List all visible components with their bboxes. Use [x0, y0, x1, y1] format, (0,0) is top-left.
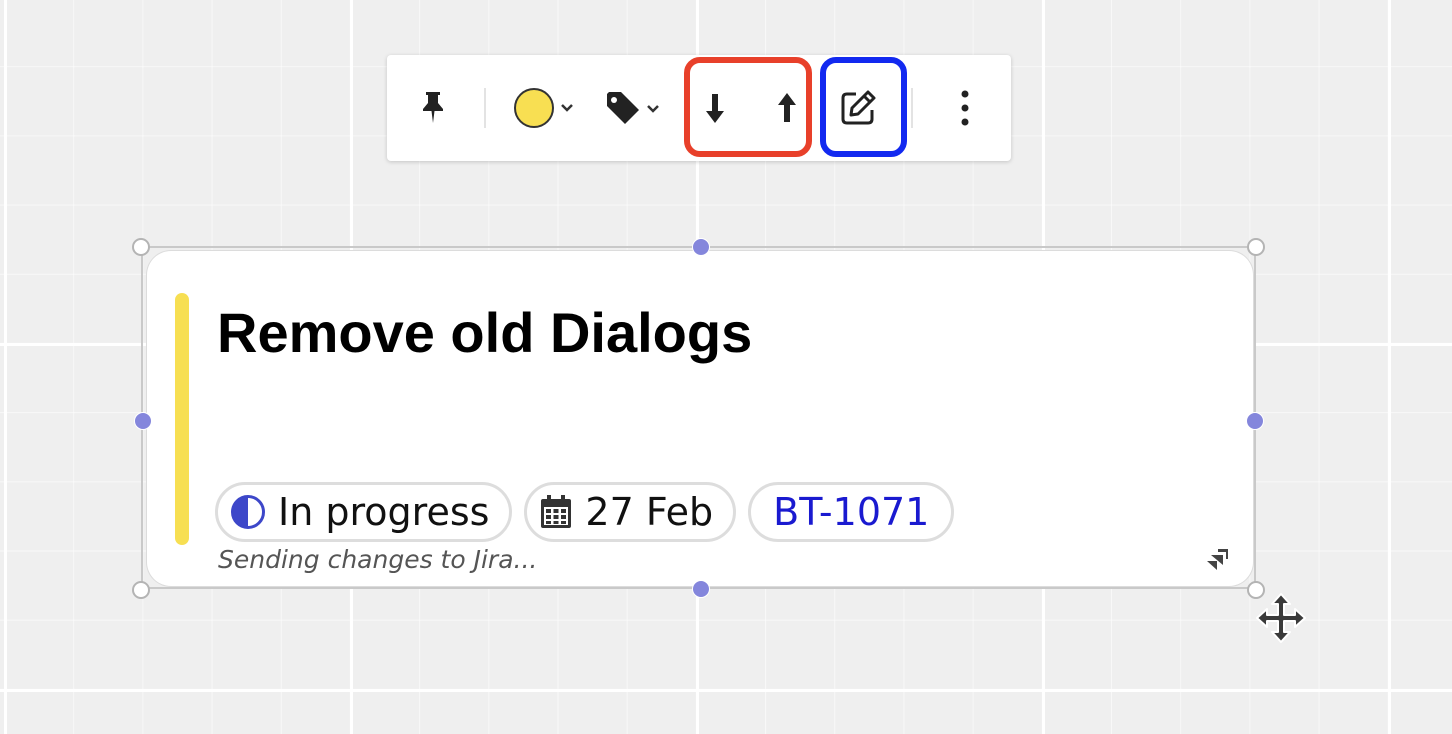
toolbar-separator — [484, 88, 486, 128]
card-title[interactable]: Remove old Dialogs — [217, 301, 752, 365]
card-fields: In progress 27 Feb BT-1071 — [215, 482, 955, 542]
sync-status-text: Sending changes to Jira... — [218, 545, 538, 574]
calendar-icon — [539, 494, 573, 530]
move-cursor-icon — [1256, 593, 1306, 643]
tag-button[interactable] — [605, 90, 660, 128]
issue-key-chip[interactable]: BT-1071 — [748, 482, 955, 542]
more-options-button[interactable] — [955, 89, 975, 127]
issue-key-label: BT-1071 — [773, 490, 930, 534]
layer-buttons-highlight — [684, 57, 812, 157]
resize-handle-bottom[interactable] — [692, 580, 710, 598]
chevron-down-icon — [647, 105, 659, 113]
due-date-label: 27 Feb — [585, 490, 714, 534]
resize-handle-left[interactable] — [134, 412, 152, 430]
resize-handle-top[interactable] — [692, 238, 710, 256]
color-picker-button[interactable] — [513, 87, 574, 129]
status-chip[interactable]: In progress — [215, 482, 513, 542]
edit-button-highlight — [820, 57, 907, 157]
tag-icon — [607, 92, 639, 124]
color-circle-icon — [514, 88, 554, 128]
toolbar-separator — [911, 88, 913, 128]
resize-handle-bottom-left[interactable] — [132, 581, 150, 599]
pin-icon — [423, 92, 443, 123]
resize-handle-top-right[interactable] — [1247, 238, 1265, 256]
resize-handle-right[interactable] — [1246, 412, 1264, 430]
status-label: In progress — [278, 490, 490, 534]
pin-button[interactable] — [417, 89, 449, 127]
card-toolbar — [387, 55, 1011, 161]
more-vertical-icon — [961, 90, 969, 126]
jira-icon — [1207, 549, 1228, 570]
resize-handle-top-left[interactable] — [132, 238, 150, 256]
half-circle-icon — [230, 494, 266, 530]
issue-card[interactable]: Remove old Dialogs In progress 27 Feb BT… — [147, 251, 1253, 586]
chevron-down-icon — [561, 104, 573, 112]
card-color-accent — [175, 293, 189, 545]
due-date-chip[interactable]: 27 Feb — [524, 482, 737, 542]
